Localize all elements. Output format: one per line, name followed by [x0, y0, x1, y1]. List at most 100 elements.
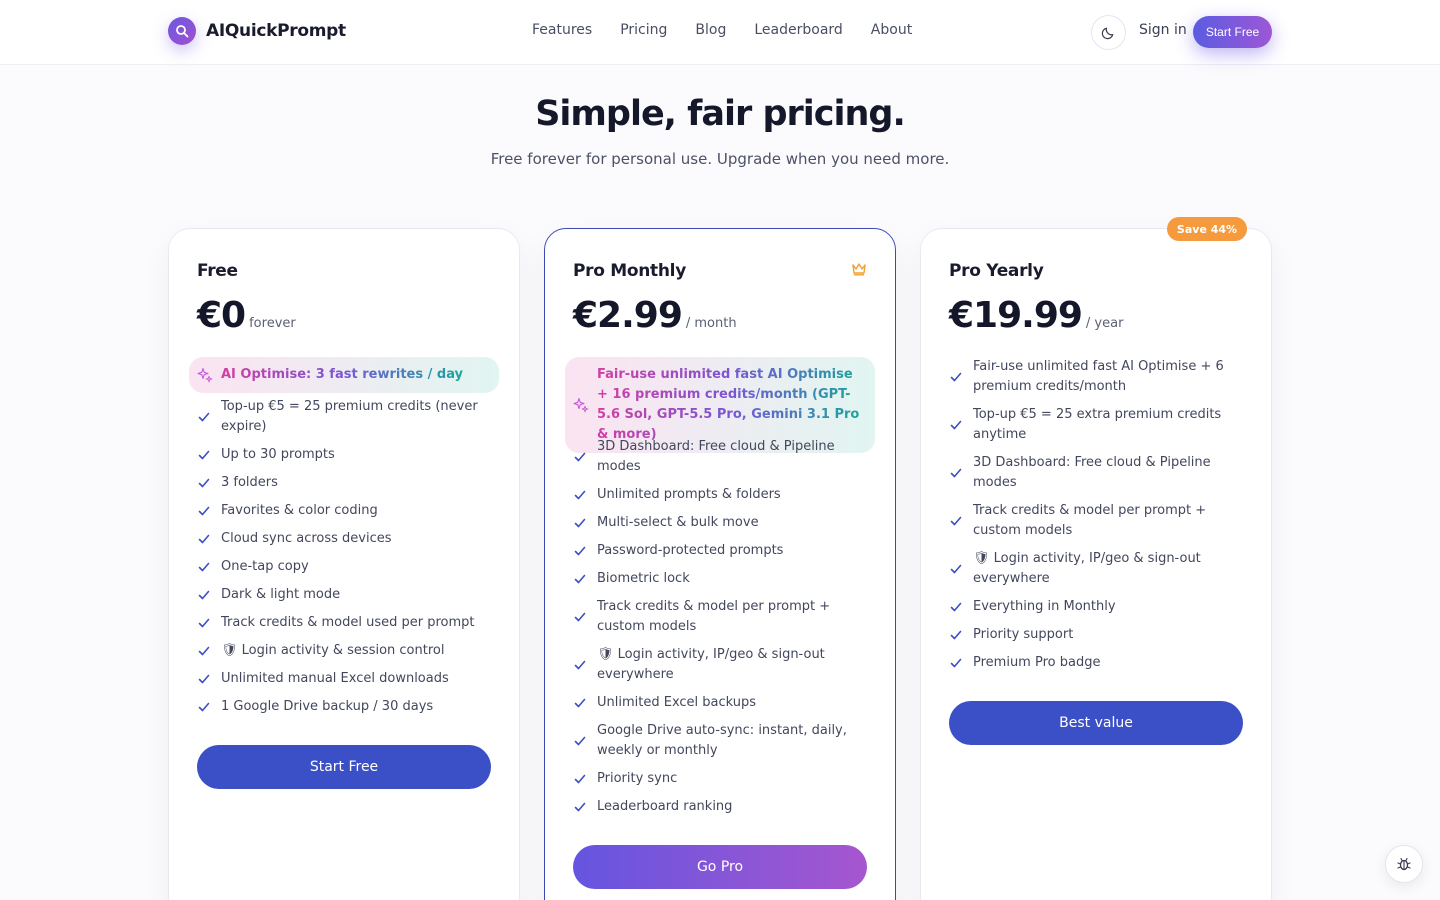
plan-name: Pro Yearly [949, 261, 1044, 281]
feature-item: 🛡 Login activity, IP/geo & sign-out ever… [573, 645, 873, 685]
crown-icon [852, 263, 866, 276]
plan-price: €2.99 [573, 295, 683, 336]
feature-item: Favorites & color coding [197, 501, 497, 521]
check-icon [574, 574, 586, 584]
theme-toggle-button[interactable] [1091, 15, 1126, 50]
check-icon [574, 452, 586, 462]
check-icon [198, 506, 210, 516]
check-icon [574, 660, 586, 670]
feature-item: Unlimited prompts & folders [573, 485, 873, 505]
go-pro-button[interactable]: Go Pro [573, 845, 867, 889]
best-value-button[interactable]: Best value [949, 701, 1243, 745]
price-row: €19.99 / year [949, 295, 1123, 336]
nav-link-about[interactable]: About [871, 22, 912, 38]
nav-link-blog[interactable]: Blog [695, 22, 726, 38]
nav-link-leaderboard[interactable]: Leaderboard [754, 22, 842, 38]
top-nav-bar: AIQuickPrompt Features Pricing Blog Lead… [0, 0, 1440, 65]
feature-item: 🛡 Login activity, IP/geo & sign-out ever… [949, 549, 1249, 589]
check-icon [198, 478, 210, 488]
check-icon [198, 702, 210, 712]
check-icon [574, 736, 586, 746]
feature-item: Everything in Monthly [949, 597, 1249, 617]
search-icon [168, 17, 196, 45]
feature-item: Top-up €5 = 25 premium credits (never ex… [197, 397, 497, 437]
feature-item: Top-up €5 = 25 extra premium credits any… [949, 405, 1249, 445]
check-icon [950, 516, 962, 526]
check-icon [950, 372, 962, 382]
feature-item: Priority sync [573, 769, 873, 789]
check-icon [950, 420, 962, 430]
feature-item: Google Drive auto-sync: instant, daily, … [573, 721, 873, 761]
feature-item: Premium Pro badge [949, 653, 1249, 673]
sign-in-link[interactable]: Sign in [1139, 22, 1187, 38]
check-icon [574, 802, 586, 812]
plan-card-pro-monthly: Pro Monthly €2.99 / month Fair-use unlim… [544, 228, 896, 900]
check-icon [950, 468, 962, 478]
plan-card-free: Free €0 forever AI Optimise: 3 fast rewr… [168, 228, 520, 900]
feature-item: One-tap copy [197, 557, 497, 577]
plan-period: / year [1085, 316, 1124, 331]
feature-item: 3D Dashboard: Free cloud & Pipeline mode… [949, 453, 1249, 493]
nav-link-features[interactable]: Features [532, 22, 592, 38]
feature-item: Fair-use unlimited fast AI Optimise + 6 … [949, 357, 1249, 397]
start-free-header-button[interactable]: Start Free [1193, 16, 1272, 48]
check-icon [574, 546, 586, 556]
check-icon [198, 646, 210, 656]
plan-period: / month [685, 316, 737, 331]
feature-item: Unlimited Excel backups [573, 693, 873, 713]
feature-item: Cloud sync across devices [197, 529, 497, 549]
feature-item: Dark & light mode [197, 585, 497, 605]
check-icon [574, 612, 586, 622]
plan-period: forever [249, 316, 296, 331]
price-row: €2.99 / month [573, 295, 737, 336]
bug-icon [1397, 857, 1411, 871]
feature-item: Unlimited manual Excel downloads [197, 669, 497, 689]
feature-item: 3D Dashboard: Free cloud & Pipeline mode… [573, 437, 873, 477]
feature-item: Leaderboard ranking [573, 797, 873, 817]
check-icon [574, 698, 586, 708]
check-icon [950, 564, 962, 574]
nav-link-pricing[interactable]: Pricing [620, 22, 667, 38]
feature-item: Track credits & model used per prompt [197, 613, 497, 633]
start-free-button[interactable]: Start Free [197, 745, 491, 789]
plan-name: Free [197, 261, 238, 281]
feature-item: 1 Google Drive backup / 30 days [197, 697, 497, 717]
check-icon [198, 590, 210, 600]
feature-item: 3 folders [197, 473, 497, 493]
plan-card-pro-yearly: Pro Yearly €19.99 / year Fair-use unlimi… [920, 228, 1272, 900]
main-nav: Features Pricing Blog Leaderboard About [532, 22, 912, 38]
check-icon [198, 450, 210, 460]
plan-price: €0 [197, 295, 246, 336]
plan-name: Pro Monthly [573, 261, 686, 281]
check-icon [198, 618, 210, 628]
check-icon [198, 562, 210, 572]
highlight-text: Fair-use unlimited fast AI Optimise + 16… [597, 365, 865, 445]
check-icon [950, 658, 962, 668]
feature-list: Top-up €5 = 25 premium credits (never ex… [197, 397, 497, 725]
save-badge: Save 44% [1167, 217, 1247, 241]
check-icon [574, 490, 586, 500]
check-icon [574, 518, 586, 528]
feature-item: Up to 30 prompts [197, 445, 497, 465]
check-icon [198, 534, 210, 544]
brand-name: AIQuickPrompt [206, 21, 346, 41]
feature-item: Multi-select & bulk move [573, 513, 873, 533]
page-subtitle: Free forever for personal use. Upgrade w… [490, 150, 950, 168]
price-row: €0 forever [197, 295, 296, 336]
feature-item: 🛡 Login activity & session control [197, 641, 497, 661]
feature-list: 3D Dashboard: Free cloud & Pipeline mode… [573, 437, 873, 825]
feature-item: Track credits & model per prompt + custo… [949, 501, 1249, 541]
check-icon [198, 412, 210, 422]
feature-list: Fair-use unlimited fast AI Optimise + 6 … [949, 357, 1249, 681]
brand-logo[interactable]: AIQuickPrompt [168, 17, 346, 45]
check-icon [950, 630, 962, 640]
check-icon [198, 674, 210, 684]
feature-item: Biometric lock [573, 569, 873, 589]
moon-icon [1101, 27, 1114, 40]
check-icon [574, 774, 586, 784]
feature-item: Track credits & model per prompt + custo… [573, 597, 873, 637]
debug-button[interactable] [1385, 845, 1423, 883]
feature-item: Priority support [949, 625, 1249, 645]
plan-price: €19.99 [949, 295, 1083, 336]
highlight-text: AI Optimise: 3 fast rewrites / day [221, 365, 463, 385]
